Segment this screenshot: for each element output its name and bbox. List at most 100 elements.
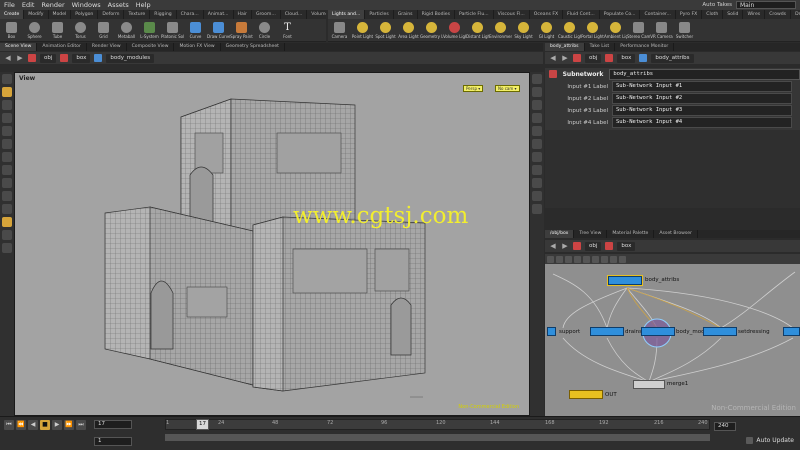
tab-network-obj-box[interactable]: /obj/box: [545, 230, 575, 238]
shelf-tab-rigging[interactable]: Rigging: [150, 10, 177, 19]
list-view-icon[interactable]: [547, 255, 554, 263]
path-segment-box[interactable]: box: [617, 53, 636, 63]
normals-icon[interactable]: [532, 165, 542, 175]
input-4-label-field[interactable]: Sub-Network Input #4: [612, 117, 792, 128]
step-back-icon[interactable]: ⏪: [16, 420, 26, 430]
tool-sphere[interactable]: Sphere: [23, 19, 46, 42]
tool-area-light[interactable]: Area Light: [397, 19, 420, 42]
node-body-modules[interactable]: [641, 327, 675, 336]
shelf-tab-characters[interactable]: Chara...: [177, 10, 204, 19]
tool-metaball[interactable]: Metaball: [115, 19, 138, 42]
flags-icon[interactable]: [574, 255, 581, 263]
points-icon[interactable]: [532, 152, 542, 162]
shelf-tab-crowds[interactable]: Crowds: [765, 10, 792, 19]
node-setdressing[interactable]: [703, 327, 737, 336]
input-3-label-field[interactable]: Sub-Network Input #3: [612, 105, 792, 116]
forward-arrow-icon[interactable]: ▶: [561, 54, 569, 62]
node-merge1[interactable]: [633, 380, 665, 389]
shelf-tab-lights[interactable]: Lights and...: [328, 10, 366, 19]
path-segment-box[interactable]: box: [72, 53, 91, 63]
input-2-label-field[interactable]: Sub-Network Input #2: [612, 93, 792, 104]
path-segment-obj[interactable]: obj: [585, 53, 602, 63]
ghost-icon[interactable]: [532, 139, 542, 149]
tab-composite-view[interactable]: Composite View: [127, 43, 175, 51]
shelf-tab-container[interactable]: Container...: [640, 10, 676, 19]
tool-portal-light[interactable]: Portal Light: [581, 19, 604, 42]
tool-spot-light[interactable]: Spot Light: [374, 19, 397, 42]
scale-tool-icon[interactable]: [2, 139, 12, 149]
node-drains[interactable]: [590, 327, 624, 336]
shelf-tab-wires[interactable]: Wires: [743, 10, 766, 19]
fullscreen-icon[interactable]: [532, 204, 542, 214]
tool-curve[interactable]: Curve: [184, 19, 207, 42]
node-name-field[interactable]: body_attribs: [609, 68, 800, 80]
view-tool-icon[interactable]: [2, 87, 12, 97]
note-icon[interactable]: [601, 255, 608, 263]
layout-icon[interactable]: [565, 255, 572, 263]
step-forward-icon[interactable]: ⏩: [64, 420, 74, 430]
background-icon[interactable]: [532, 178, 542, 188]
back-arrow-icon[interactable]: ◀: [4, 54, 12, 62]
handle-tool-icon[interactable]: [2, 100, 12, 110]
current-frame-field[interactable]: 17: [94, 420, 132, 429]
shelf-tab-particles[interactable]: Particles: [365, 10, 394, 19]
menu-render[interactable]: Render: [41, 1, 64, 9]
desktop-dropdown[interactable]: Main: [736, 1, 796, 9]
tool-switcher[interactable]: Switcher: [673, 19, 696, 42]
shape-palette-icon[interactable]: [592, 255, 599, 263]
shelf-tab-volume[interactable]: Volume: [307, 10, 326, 19]
tool-vr-camera[interactable]: VR Camera: [650, 19, 673, 42]
node-support[interactable]: [547, 327, 556, 336]
shelf-tab-polygon[interactable]: Polygon: [71, 10, 99, 19]
shelf-tab-model[interactable]: Model: [49, 10, 72, 19]
shelf-tab-oceans[interactable]: Oceans FX: [530, 10, 564, 19]
tool-camera[interactable]: Camera: [328, 19, 351, 42]
shelf-tab-drive-sim[interactable]: Drive Simu...: [791, 10, 800, 19]
lock-camera-icon[interactable]: [532, 74, 542, 84]
tool-circle[interactable]: Circle: [253, 19, 276, 42]
shelf-tab-rigid-bodies[interactable]: Rigid Bodies: [418, 10, 455, 19]
stop-icon[interactable]: ■: [40, 420, 50, 430]
tool-grid[interactable]: Grid: [92, 19, 115, 42]
tab-geometry-spreadsheet[interactable]: Geometry Spreadsheet: [221, 43, 285, 51]
tool-geometry-light[interactable]: Geometry L...: [420, 19, 443, 42]
menu-windows[interactable]: Windows: [72, 1, 101, 9]
node-body-attribs[interactable]: [607, 275, 643, 286]
path-segment-obj[interactable]: obj: [40, 53, 57, 63]
forward-arrow-icon[interactable]: ▶: [561, 242, 569, 250]
tab-motion-fx-view[interactable]: Motion FX View: [174, 43, 221, 51]
menu-edit[interactable]: Edit: [22, 1, 35, 9]
info-icon[interactable]: [2, 243, 12, 253]
tool-stereo-camera[interactable]: Stereo Cam...: [627, 19, 650, 42]
tab-asset-browser[interactable]: Asset Browser: [654, 230, 699, 238]
tool-environment-light[interactable]: Environmen...: [489, 19, 512, 42]
auto-takes-label[interactable]: Auto Takes: [702, 2, 732, 8]
path-segment-box[interactable]: box: [617, 241, 636, 251]
auto-update-control[interactable]: Auto Update: [746, 437, 794, 444]
tool-lsystem[interactable]: L-System: [138, 19, 161, 42]
tool-spray-paint[interactable]: Spray Paint: [230, 19, 253, 42]
frame-range-bar[interactable]: [165, 434, 710, 441]
menu-help[interactable]: Help: [136, 1, 151, 9]
shelf-tab-particle-fluids[interactable]: Particle Flu...: [455, 10, 494, 19]
shelf-tab-texture[interactable]: Texture: [124, 10, 151, 19]
node-offscreen-right[interactable]: [783, 327, 800, 336]
magnet-icon[interactable]: [2, 204, 12, 214]
snap-point-icon[interactable]: [2, 178, 12, 188]
rotate-tool-icon[interactable]: [2, 126, 12, 136]
jump-start-icon[interactable]: ⏮: [4, 420, 14, 430]
tool-point-light[interactable]: Point Light: [351, 19, 374, 42]
tool-tube[interactable]: Tube: [46, 19, 69, 42]
shelf-tab-fluid-containers[interactable]: Fluid Cont...: [563, 10, 600, 19]
wireframe-icon[interactable]: [532, 100, 542, 110]
tab-body-attribs[interactable]: body_attribs: [545, 43, 585, 51]
jump-end-icon[interactable]: ⏭: [76, 420, 86, 430]
shelf-tab-pyro[interactable]: Pyro FX: [676, 10, 703, 19]
snap-active-icon[interactable]: [2, 217, 12, 227]
play-forward-icon[interactable]: ▶: [52, 420, 62, 430]
timeline-scrubber[interactable]: 1 24 48 72 96 120 144 168 192 216 240 17: [165, 419, 710, 430]
color-palette-icon[interactable]: [583, 255, 590, 263]
shading-icon[interactable]: [532, 113, 542, 123]
shelf-tab-hair[interactable]: Hair: [234, 10, 252, 19]
shelf-tab-viscous-fluids[interactable]: Viscous Fl...: [494, 10, 530, 19]
